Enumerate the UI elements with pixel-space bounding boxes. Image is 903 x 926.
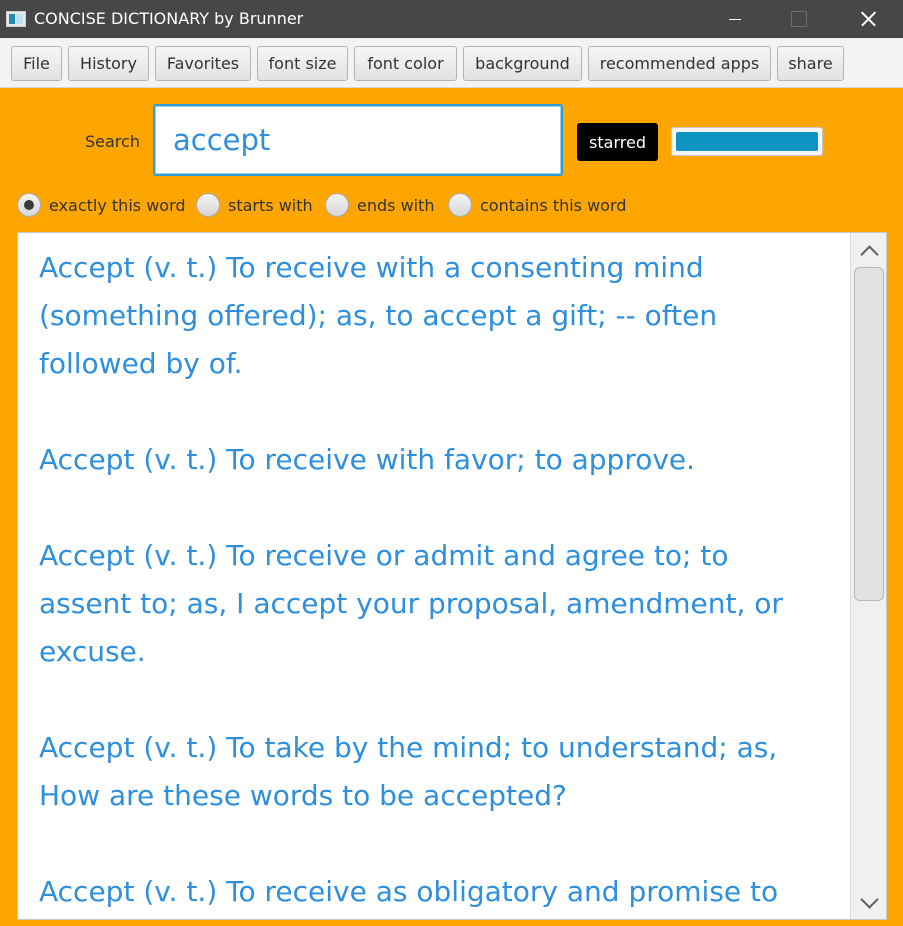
title-bar: CONCISE DICTIONARY by Brunner	[0, 0, 903, 38]
recommended-apps-button[interactable]: recommended apps	[588, 46, 771, 81]
definition-entry: Accept (v. t.) To receive with favor; to…	[39, 443, 696, 476]
app-icon	[6, 11, 26, 27]
radio-label: exactly this word	[49, 195, 186, 215]
definitions-panel[interactable]: Accept (v. t.) To receive with a consent…	[17, 232, 887, 920]
radio-ends-with[interactable]: ends with	[325, 193, 435, 217]
scrollbar-thumb[interactable]	[854, 267, 884, 601]
radio-checked-icon[interactable]	[17, 193, 41, 217]
window-title: CONCISE DICTIONARY by Brunner	[34, 9, 304, 28]
radio-label: ends with	[357, 195, 435, 215]
close-icon[interactable]	[845, 0, 891, 38]
radio-starts-with[interactable]: starts with	[196, 193, 313, 217]
radio-unchecked-icon[interactable]	[325, 193, 349, 217]
definition-entry: Accept (v. t.) To receive as obligatory …	[39, 875, 779, 908]
color-bar-fill	[676, 132, 818, 151]
color-bar[interactable]	[671, 127, 823, 156]
radio-unchecked-icon[interactable]	[196, 193, 220, 217]
maximize-icon[interactable]	[774, 0, 820, 38]
radio-unchecked-icon[interactable]	[448, 193, 472, 217]
favorites-button[interactable]: Favorites	[155, 46, 251, 81]
share-button[interactable]: share	[777, 46, 844, 81]
menu-bar: File History Favorites font size font co…	[0, 38, 903, 88]
starred-button[interactable]: starred	[577, 123, 658, 161]
definition-text: Accept (v. t.) To receive with a consent…	[39, 244, 819, 919]
font-color-button[interactable]: font color	[354, 46, 457, 81]
minimize-icon[interactable]	[712, 0, 758, 38]
file-button[interactable]: File	[11, 46, 62, 81]
background-button[interactable]: background	[463, 46, 582, 81]
vertical-scrollbar[interactable]	[850, 233, 886, 919]
radio-contains-this-word[interactable]: contains this word	[448, 193, 626, 217]
definition-entry: Accept (v. t.) To receive or admit and a…	[39, 539, 783, 668]
chevron-up-icon[interactable]	[855, 237, 883, 263]
font-size-button[interactable]: font size	[257, 46, 348, 81]
radio-label: starts with	[228, 195, 313, 215]
chevron-down-icon[interactable]	[855, 889, 883, 915]
search-label: Search	[85, 132, 140, 151]
radio-exactly-this-word[interactable]: exactly this word	[17, 193, 186, 217]
radio-label: contains this word	[480, 195, 627, 215]
definition-entry: Accept (v. t.) To receive with a consent…	[39, 251, 718, 380]
history-button[interactable]: History	[68, 46, 149, 81]
search-input[interactable]	[153, 104, 563, 176]
definition-entry: Accept (v. t.) To take by the mind; to u…	[39, 731, 778, 812]
